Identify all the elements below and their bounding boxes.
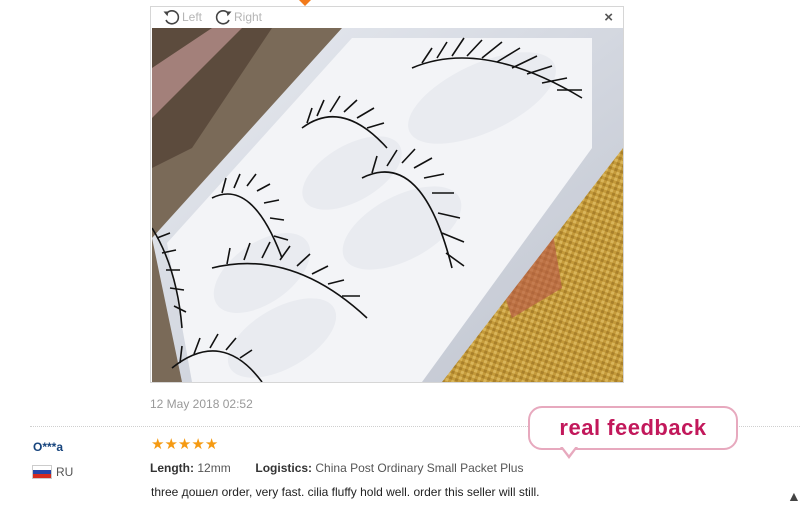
rotate-right-button[interactable]: Right xyxy=(214,8,262,26)
review-meta: Length: 12mm Logistics: China Post Ordin… xyxy=(150,461,523,475)
star-icon: ★ xyxy=(177,436,192,453)
logistics-value: China Post Ordinary Small Packet Plus xyxy=(315,461,524,475)
logistics-label: Logistics: xyxy=(255,461,313,475)
reviewer-name: O***a xyxy=(33,440,64,454)
scroll-up-icon[interactable]: ▲ xyxy=(787,488,800,504)
review-date: 12 May 2018 02:52 xyxy=(150,397,253,411)
viewer-toolbar: Left Right × xyxy=(151,7,623,28)
country-code: RU xyxy=(56,465,74,479)
review-photo xyxy=(152,28,623,382)
rating-stars: ★ ★ ★ ★ ★ xyxy=(151,436,218,454)
real-feedback-sticker: real feedback xyxy=(528,406,738,450)
rotate-left-label: Left xyxy=(182,10,203,24)
star-icon: ★ xyxy=(191,436,205,453)
close-icon: × xyxy=(604,9,613,26)
star-icon: ★ xyxy=(151,436,165,453)
length-value: 12mm xyxy=(197,461,231,475)
rotate-left-icon xyxy=(163,10,180,25)
rotate-right-label: Right xyxy=(234,10,263,24)
rotate-left-button[interactable]: Left xyxy=(162,8,202,26)
flag-stripe xyxy=(33,474,51,478)
sticker-text: real feedback xyxy=(559,415,707,440)
length-label: Length: xyxy=(150,461,194,475)
sticker-tail-inner xyxy=(562,446,576,455)
rotate-right-icon xyxy=(215,10,232,25)
eyelash-photo xyxy=(152,28,623,382)
star-icon: ★ xyxy=(204,436,219,453)
russia-flag-icon xyxy=(33,466,51,478)
image-viewer: Left Right × xyxy=(150,6,624,383)
close-button[interactable]: × xyxy=(604,9,613,26)
reviewer-country: RU xyxy=(33,465,73,479)
review-text: three дошел order, very fast. cilia fluf… xyxy=(151,485,540,499)
star-icon: ★ xyxy=(164,436,178,453)
